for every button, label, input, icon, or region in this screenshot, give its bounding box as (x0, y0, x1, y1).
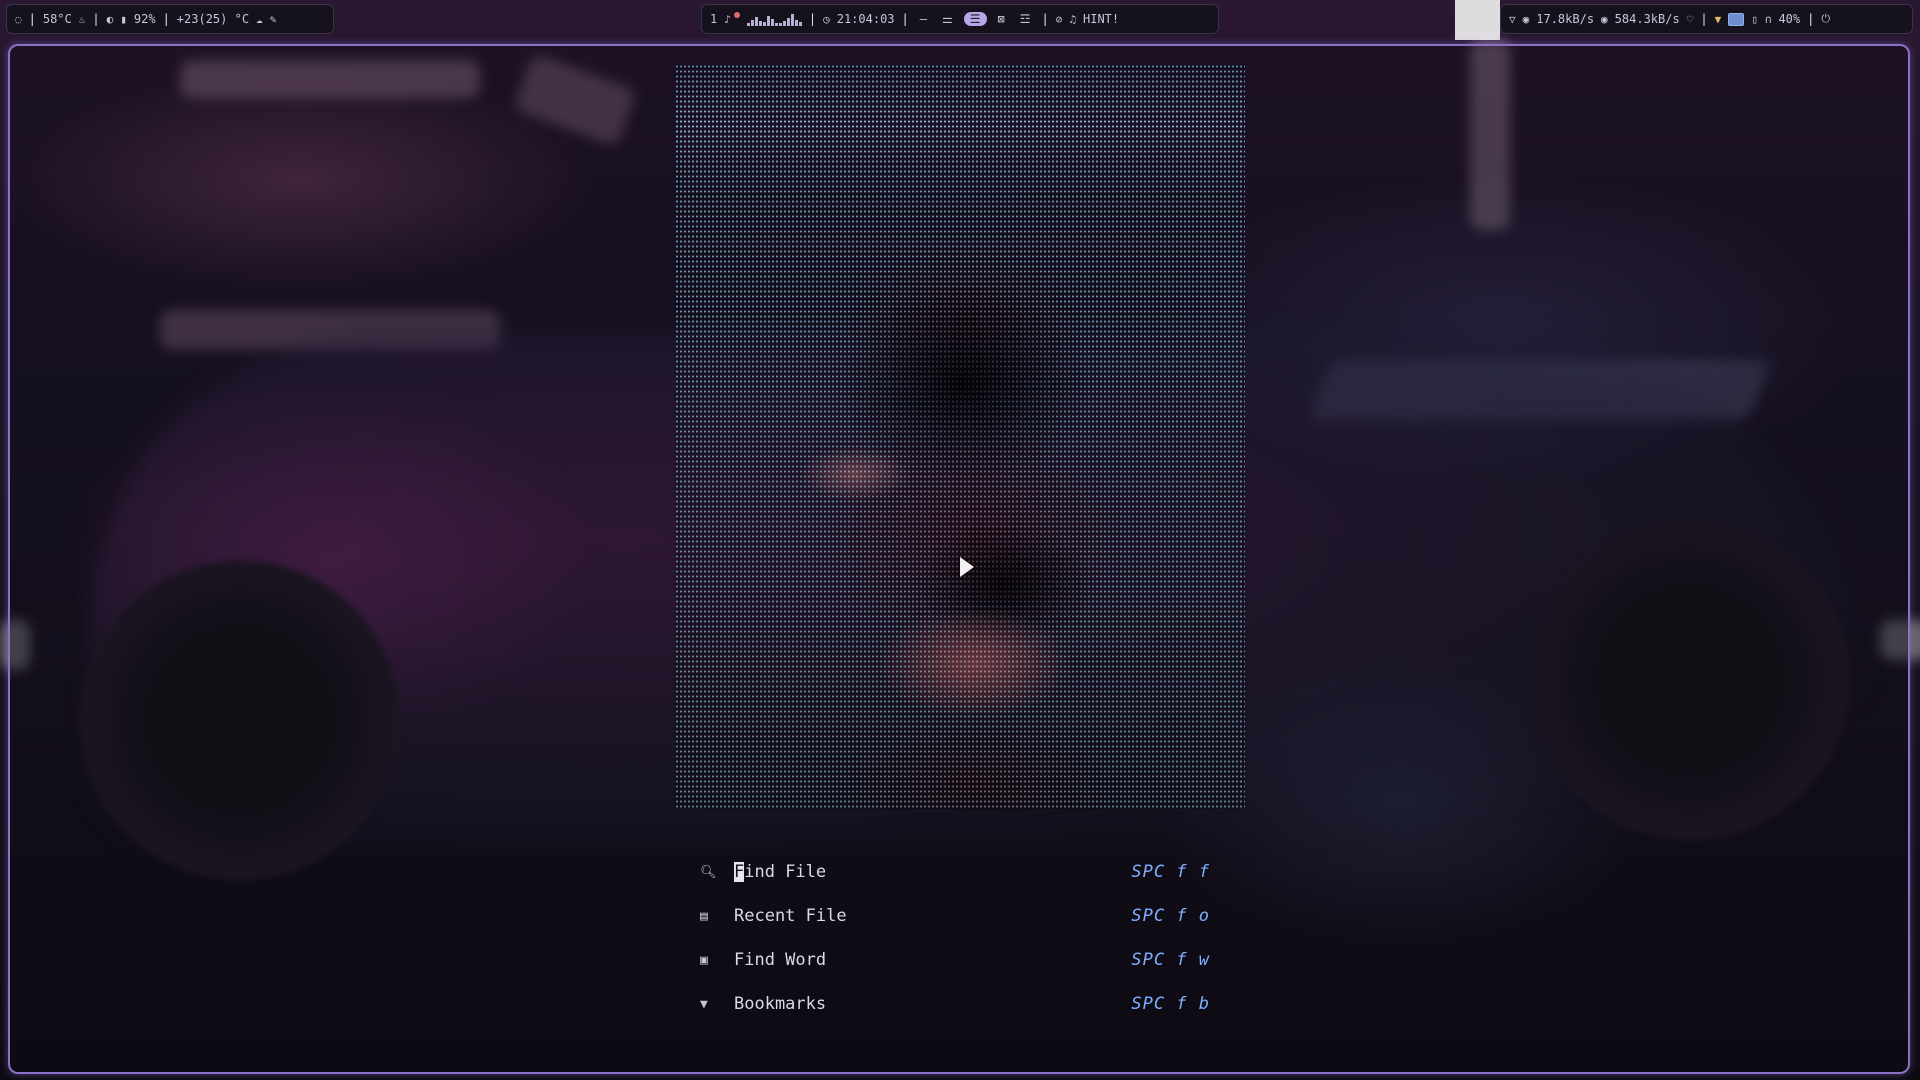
notification-dot (733, 12, 740, 18)
desktop: ◌ | 58°C ♨ | ◐ ▮ 92% | +23(25) °C ☁ ✎ 1 … (0, 0, 1920, 1080)
clock[interactable]: 21:04:03 (837, 12, 895, 26)
hint-text[interactable]: HINT! (1083, 12, 1119, 26)
cpu-temp: 58°C (42, 12, 72, 26)
menu-item-label: Find File (724, 862, 1131, 882)
topbar-center: 1 ♪ | ◷ 21:04:03 | — ⚌ ☰ ⊠ ☲ | ⊘ ♫ HINT! (701, 4, 1219, 34)
separator: | (1041, 12, 1049, 26)
layout-grid-icon[interactable]: ⊠ (994, 12, 1009, 26)
dashboard-ascii-art (675, 64, 1245, 809)
word-icon: ▣ (700, 952, 708, 968)
pen-icon[interactable]: ✎ (270, 13, 277, 26)
mouse-cursor-icon (960, 557, 974, 577)
wifi-outline-icon[interactable]: ♡ (1687, 13, 1694, 26)
menu-item-keybind: SPC f o (1131, 906, 1210, 926)
menu-item-keybind: SPC f w (1131, 950, 1210, 970)
brightness-icon: ◐ (106, 12, 114, 26)
menu-item-label-rest: ind File (744, 862, 827, 882)
cloud-icon: ☁ (256, 12, 263, 26)
menu-item-find-word[interactable]: ▣ Find Word SPC f w (700, 938, 1210, 982)
separator: | (1807, 12, 1815, 26)
headphones-icon: ∩ (1764, 12, 1772, 26)
topbar-right: ▽ ◉ 17.8kB/s ◉ 584.3kB/s ♡ | ▼ ▯ ∩ 40% |… (1500, 4, 1913, 34)
menu-item-bookmarks[interactable]: ▼ Bookmarks SPC f b (700, 982, 1210, 1026)
menu-item-recent-file[interactable]: ▤ Recent File SPC f o (700, 894, 1210, 938)
upload-icon: ◉ (1601, 12, 1608, 26)
eye-off-icon[interactable]: ⊘ (1056, 13, 1063, 26)
search-icon: 🔍︎ (700, 864, 717, 880)
weather-value[interactable]: +23(25) °C (177, 12, 249, 26)
separator: | (92, 12, 100, 26)
separator: | (1700, 12, 1708, 26)
net-up-rate: 584.3kB/s (1614, 12, 1680, 26)
network-icon: ▽ (1509, 12, 1516, 26)
bookmark-icon: ▼ (700, 996, 708, 1012)
download-icon: ◉ (1522, 12, 1530, 26)
menu-item-label: Recent File (734, 906, 847, 926)
menu-item-label: Find Word (734, 950, 827, 970)
layout-tile-icon[interactable]: ☰ (963, 12, 987, 26)
workspace-number[interactable]: 1 (710, 12, 717, 26)
layout-split-icon[interactable]: ⚌ (938, 12, 957, 26)
power-profile-icon[interactable]: ◌ (15, 13, 22, 26)
topbar-left: ◌ | 58°C ♨ | ◐ ▮ 92% | +23(25) °C ☁ ✎ (6, 4, 334, 34)
battery-icon: ▮ (120, 12, 127, 26)
text-cursor: F (734, 862, 745, 882)
menu-item-keybind: SPC f b (1131, 994, 1210, 1014)
brightness-value[interactable]: 92% (134, 12, 156, 26)
wifi-icon[interactable]: ▼ (1715, 13, 1722, 26)
menu-item-keybind: SPC f f (1131, 862, 1210, 882)
menu-item-find-file[interactable]: 🔍︎ Find File SPC f f (700, 850, 1210, 894)
separator: | (162, 12, 170, 26)
mic-icon[interactable]: ▯ (1751, 13, 1758, 26)
audio-visualizer (746, 12, 802, 26)
clock-icon: ◷ (823, 12, 830, 26)
net-down-rate: 17.8kB/s (1536, 12, 1595, 26)
keyboard-icon[interactable] (1728, 12, 1745, 26)
layout-stack-icon[interactable]: ☲ (1016, 12, 1035, 26)
file-icon: ▤ (700, 908, 708, 924)
flame-icon: ♨ (78, 12, 86, 26)
separator: | (808, 12, 817, 26)
menu-item-label: Bookmarks (734, 994, 827, 1014)
wallpaper-light (1455, 0, 1500, 40)
power-icon[interactable]: ⏻ (1821, 12, 1830, 26)
bell-outline-icon: ♫ (1069, 12, 1076, 26)
bell-icon[interactable]: ♪ (724, 13, 731, 26)
volume-value[interactable]: 40% (1778, 12, 1800, 26)
layout-minimize-icon[interactable]: — (916, 12, 931, 26)
separator: | (901, 12, 909, 26)
separator: | (28, 12, 36, 26)
dashboard-menu: 🔍︎ Find File SPC f f ▤ Recent File SPC f… (700, 850, 1210, 1026)
